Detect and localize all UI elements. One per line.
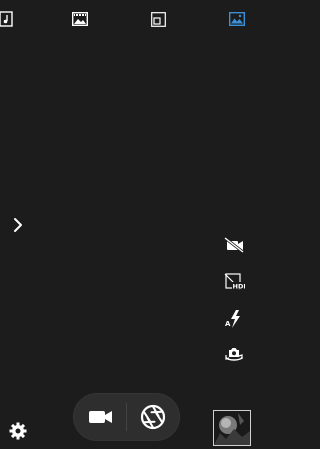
video-camera-icon — [89, 411, 112, 423]
frame-icon — [150, 11, 166, 27]
music-note-icon — [0, 11, 13, 27]
switch-camera-button[interactable] — [222, 344, 246, 366]
gear-icon — [9, 422, 27, 440]
flash-auto-label: A — [225, 320, 231, 328]
video-toggle-button[interactable] — [222, 234, 246, 256]
chevron-right-icon — [14, 218, 22, 232]
shutter-button[interactable] — [135, 401, 171, 433]
switch-camera-icon — [225, 348, 243, 361]
shutter-aperture-icon — [140, 404, 166, 430]
music-mode-button[interactable] — [0, 10, 15, 28]
flash-mode-button[interactable]: A — [222, 308, 246, 330]
hdr-label: HDR — [233, 283, 246, 291]
thumbnail-image — [214, 411, 250, 445]
record-video-button[interactable] — [83, 402, 119, 432]
photo-mode-button[interactable] — [228, 10, 246, 28]
landscape-photo-icon — [229, 12, 245, 26]
flash-auto-icon: A — [225, 310, 240, 328]
mode-bar — [0, 0, 253, 34]
film-mode-button[interactable] — [71, 10, 89, 28]
capture-controls — [73, 393, 180, 441]
hdr-toggle-button[interactable]: HDR — [222, 271, 246, 293]
gallery-thumbnail[interactable] — [213, 410, 251, 446]
film-strip-icon — [72, 12, 88, 26]
video-off-icon — [224, 236, 244, 254]
settings-button[interactable] — [8, 421, 28, 441]
capture-divider — [126, 403, 127, 431]
hdr-off-icon: HDR — [224, 273, 246, 291]
expand-panel-button[interactable] — [10, 216, 26, 234]
frame-mode-button[interactable] — [149, 10, 167, 28]
